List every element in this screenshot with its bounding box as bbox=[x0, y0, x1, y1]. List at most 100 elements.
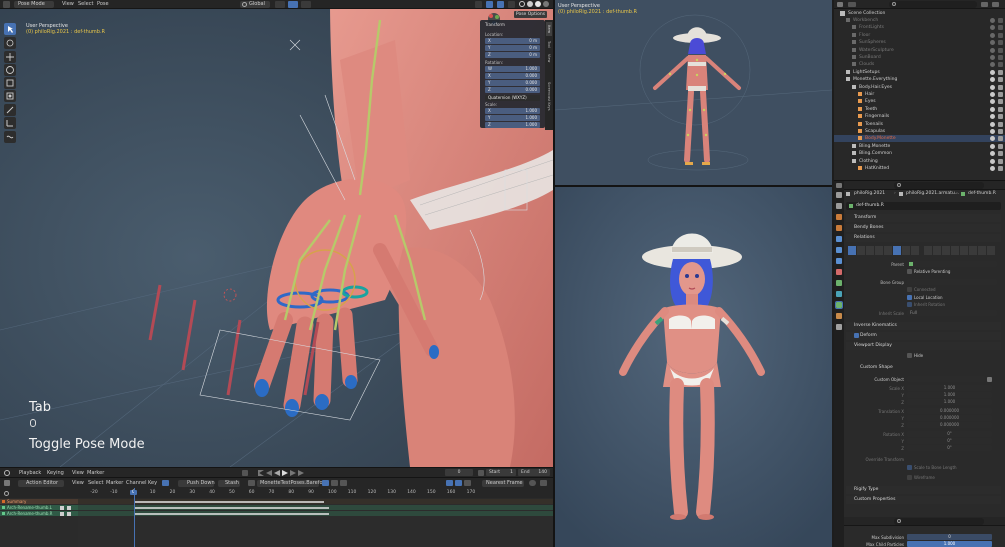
custom-shape-field[interactable]: 0.000000 bbox=[907, 408, 992, 414]
camera-icon[interactable] bbox=[998, 106, 1003, 112]
keyframe-strip[interactable] bbox=[134, 506, 329, 509]
output-tab-icon[interactable] bbox=[836, 214, 842, 220]
proportional-edit-icon[interactable] bbox=[529, 480, 536, 486]
shading-rendered-icon[interactable] bbox=[543, 1, 549, 7]
camera-icon[interactable] bbox=[998, 40, 1003, 46]
outliner-item[interactable]: SunBoard bbox=[834, 54, 1005, 61]
camera-icon[interactable] bbox=[998, 62, 1003, 68]
snap-mode-select[interactable]: Nearest Frame bbox=[482, 480, 524, 487]
section-transform[interactable]: Transform bbox=[846, 214, 1001, 222]
eye-icon[interactable] bbox=[990, 40, 995, 46]
bone-layer-toggle[interactable] bbox=[924, 246, 932, 255]
deform-checkbox[interactable] bbox=[854, 333, 859, 338]
properties-lower-search[interactable] bbox=[894, 518, 984, 525]
outliner-item[interactable]: Body.Hair.Eyes bbox=[834, 84, 1005, 91]
scale-to-bone-checkbox[interactable] bbox=[907, 465, 912, 470]
tab-tool[interactable]: Tool bbox=[546, 38, 552, 50]
bone-layers[interactable] bbox=[848, 246, 998, 256]
outliner-item[interactable]: FrontLights bbox=[834, 24, 1005, 31]
lock-icon[interactable] bbox=[60, 506, 64, 510]
auto-snap-icon[interactable] bbox=[464, 480, 471, 486]
outliner-item[interactable]: Hair bbox=[834, 91, 1005, 98]
clock-range-icon[interactable] bbox=[478, 470, 484, 476]
outliner-item[interactable]: Eyes bbox=[834, 98, 1005, 105]
outliner-item[interactable]: Body.Monette bbox=[834, 135, 1005, 143]
camera-icon[interactable] bbox=[998, 166, 1003, 171]
outliner-item[interactable]: Bling.Monette bbox=[834, 143, 1005, 150]
channel-row[interactable]: Summary bbox=[0, 499, 78, 504]
viewport-top-right[interactable]: User Perspective (0) philoRig.2021 : def… bbox=[555, 0, 832, 185]
visibility-icon[interactable] bbox=[475, 1, 482, 8]
tool-cursor[interactable] bbox=[4, 37, 16, 49]
section-relations[interactable]: Relations bbox=[846, 234, 1001, 242]
tab-screencast-keys[interactable]: Screencast Keys bbox=[546, 66, 552, 126]
eye-icon[interactable] bbox=[990, 136, 995, 142]
jump-end-icon[interactable] bbox=[298, 470, 304, 476]
shading-wire-icon[interactable] bbox=[519, 1, 525, 7]
outliner-item[interactable]: Toenails bbox=[834, 121, 1005, 128]
eye-icon[interactable] bbox=[990, 143, 995, 149]
hide-checkbox[interactable] bbox=[907, 353, 912, 358]
custom-shape-field[interactable]: 1.000 bbox=[907, 385, 992, 391]
eye-icon[interactable] bbox=[990, 92, 995, 97]
tool-tab-icon[interactable] bbox=[836, 192, 842, 198]
view-layer-tab-icon[interactable] bbox=[836, 225, 842, 231]
dopesheet-icon[interactable] bbox=[4, 480, 10, 486]
scene-tab-icon[interactable] bbox=[836, 236, 842, 242]
max-child-particles-field[interactable]: 1.000 bbox=[907, 541, 992, 547]
tab-item[interactable]: Item bbox=[546, 22, 552, 36]
np-rotation-y[interactable]: Y 0.000 bbox=[485, 80, 540, 86]
play-reverse-icon[interactable] bbox=[274, 470, 280, 476]
outliner-item[interactable]: Clouds bbox=[834, 61, 1005, 68]
play-icon[interactable] bbox=[282, 470, 288, 476]
menu-pose[interactable]: Pose bbox=[97, 1, 109, 8]
np-location-z[interactable]: Z0 m bbox=[485, 52, 540, 58]
bone-layer-toggle[interactable] bbox=[866, 246, 874, 255]
tool-transform[interactable] bbox=[4, 90, 16, 102]
action-editor-mode[interactable]: Action Editor bbox=[18, 480, 64, 487]
np-scale-x[interactable]: X 1.000 bbox=[485, 108, 540, 114]
clock-icon[interactable] bbox=[4, 470, 10, 476]
unlink-action-icon[interactable] bbox=[340, 480, 347, 486]
mute-icon[interactable] bbox=[67, 506, 71, 510]
override-transform-field[interactable] bbox=[907, 457, 912, 462]
outliner-item[interactable]: Scapulas bbox=[834, 128, 1005, 135]
wireframe-checkbox[interactable] bbox=[907, 475, 912, 480]
custom-object-field[interactable] bbox=[907, 376, 985, 382]
camera-icon[interactable] bbox=[998, 99, 1003, 105]
physics-tab-icon[interactable] bbox=[836, 291, 842, 297]
max-subdivision-field[interactable]: 0 bbox=[907, 534, 992, 540]
bone-layer-toggle[interactable] bbox=[978, 246, 986, 255]
custom-shape-field[interactable]: 1.000 bbox=[907, 399, 992, 405]
timeline-keying-menu[interactable]: Keying bbox=[47, 470, 64, 477]
bone-layer-toggle[interactable] bbox=[911, 246, 919, 255]
tool-scale[interactable] bbox=[4, 77, 16, 89]
np-location-y[interactable]: Y0 m bbox=[485, 45, 540, 51]
properties-search-field[interactable] bbox=[894, 182, 984, 189]
action-name-field[interactable]: MonetteTestPoses.Barefoot bbox=[257, 480, 328, 487]
camera-icon[interactable] bbox=[998, 55, 1003, 60]
np-scale-y[interactable]: Y 1.000 bbox=[485, 115, 540, 121]
outliner-item[interactable]: SunSpheres bbox=[834, 39, 1005, 46]
render-tab-icon[interactable] bbox=[836, 203, 842, 209]
eyedropper-icon[interactable] bbox=[987, 377, 992, 382]
eye-icon[interactable] bbox=[990, 62, 995, 68]
eye-icon[interactable] bbox=[990, 84, 995, 90]
np-header[interactable]: Transform bbox=[485, 22, 505, 27]
np-rotation-z[interactable]: Z 0.000 bbox=[485, 87, 540, 93]
timeline-view-menu[interactable]: View bbox=[72, 470, 84, 477]
xray-icon[interactable] bbox=[508, 1, 515, 8]
eye-icon[interactable] bbox=[990, 55, 995, 60]
bone-layer-toggle[interactable] bbox=[960, 246, 968, 255]
bone-layer-toggle[interactable] bbox=[848, 246, 856, 255]
bone-name-field[interactable]: def-thumb.R bbox=[846, 202, 1001, 210]
custom-shape-field[interactable]: 0.000000 bbox=[907, 415, 992, 421]
outliner-item[interactable]: WaterSculpture bbox=[834, 47, 1005, 54]
eye-icon[interactable] bbox=[990, 129, 995, 134]
parent-field[interactable] bbox=[907, 261, 997, 267]
start-frame-field[interactable]: Start 1 bbox=[486, 469, 516, 476]
bone-layer-toggle[interactable] bbox=[987, 246, 995, 255]
section-custom-properties[interactable]: Custom Properties bbox=[846, 496, 1001, 504]
camera-icon[interactable] bbox=[998, 32, 1003, 38]
viewport-left[interactable]: Pose Mode View Select Pose Global User P… bbox=[0, 0, 553, 467]
